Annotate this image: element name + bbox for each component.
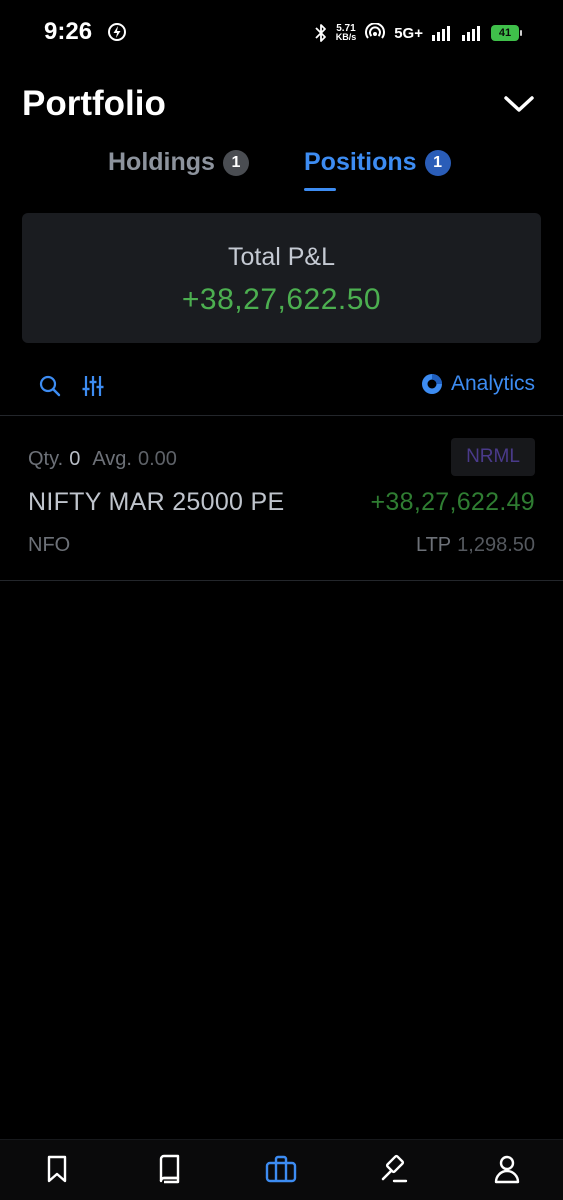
net-speed: 5.71 KB/s <box>336 24 357 42</box>
tab-count-badge: 1 <box>222 149 249 176</box>
instrument-name: NIFTY MAR 25000 PE <box>28 488 285 516</box>
tab-count-badge: 1 <box>424 149 451 176</box>
user-icon <box>494 1155 520 1184</box>
total-pnl-label: Total P&L <box>227 243 335 271</box>
product-badge: NRML <box>451 438 535 476</box>
signal-icon <box>432 26 450 41</box>
position-meta: Qty. 0 Avg. 0.00 <box>28 448 177 471</box>
analytics-button[interactable]: Analytics <box>421 372 535 396</box>
nav-profile[interactable] <box>490 1152 524 1186</box>
sliders-icon[interactable] <box>81 374 105 398</box>
net-speed-unit: KB/s <box>335 32 357 42</box>
ltp: LTP 1,298.50 <box>416 534 535 557</box>
portfolio-tabs: Holdings 1 Positions 1 <box>0 148 563 192</box>
qty-label: Qty. <box>28 448 64 470</box>
charging-bolt-icon <box>108 23 126 41</box>
page-title: Portfolio <box>22 84 166 123</box>
battery-level: 41 <box>498 27 512 39</box>
qty-value: 0 <box>69 448 81 470</box>
tab-positions[interactable]: Positions 1 <box>304 148 451 177</box>
status-bar: 9:26 5.71 KB/s 5G+ 41 <box>0 0 563 64</box>
nav-orders[interactable] <box>152 1152 186 1186</box>
chevron-down-icon[interactable] <box>501 90 537 118</box>
ltp-value: 1,298.50 <box>457 534 535 556</box>
active-tab-indicator <box>304 188 336 191</box>
tab-label: Holdings <box>108 148 215 176</box>
position-row[interactable]: Qty. 0 Avg. 0.00 NRML NIFTY MAR 25000 PE… <box>0 416 563 580</box>
total-pnl-card: Total P&L +38,27,622.50 <box>22 213 541 343</box>
nav-portfolio[interactable] <box>264 1152 298 1186</box>
exchange-label: NFO <box>28 534 71 556</box>
ltp-label: LTP <box>415 534 452 556</box>
analytics-icon <box>421 374 442 394</box>
network-type: 5G+ <box>394 24 423 42</box>
position-pnl: +38,27,622.49 <box>370 488 535 516</box>
tab-holdings[interactable]: Holdings 1 <box>108 148 249 177</box>
signal-icon-2 <box>462 26 480 41</box>
analytics-label: Analytics <box>450 372 535 395</box>
briefcase-icon <box>265 1155 297 1183</box>
status-time: 9:26 <box>44 18 93 45</box>
avg-value: 0.00 <box>137 448 177 470</box>
total-pnl-value: +38,27,622.50 <box>181 283 382 316</box>
nav-watchlist[interactable] <box>40 1152 74 1186</box>
search-icon[interactable] <box>38 374 62 398</box>
battery-icon: 41 <box>491 25 522 41</box>
status-indicators: 5.71 KB/s 5G+ 41 <box>314 20 522 46</box>
divider <box>0 580 563 581</box>
bottom-nav <box>0 1139 563 1200</box>
gavel-icon <box>381 1154 408 1183</box>
nav-bids[interactable] <box>377 1152 411 1186</box>
bookmark-icon <box>47 1155 67 1183</box>
avg-label: Avg. <box>92 448 132 470</box>
bluetooth-icon <box>315 24 326 42</box>
tab-label: Positions <box>304 148 417 176</box>
hotspot-icon <box>365 23 386 39</box>
positions-toolbar: Analytics <box>0 366 563 406</box>
book-icon <box>159 1154 180 1184</box>
